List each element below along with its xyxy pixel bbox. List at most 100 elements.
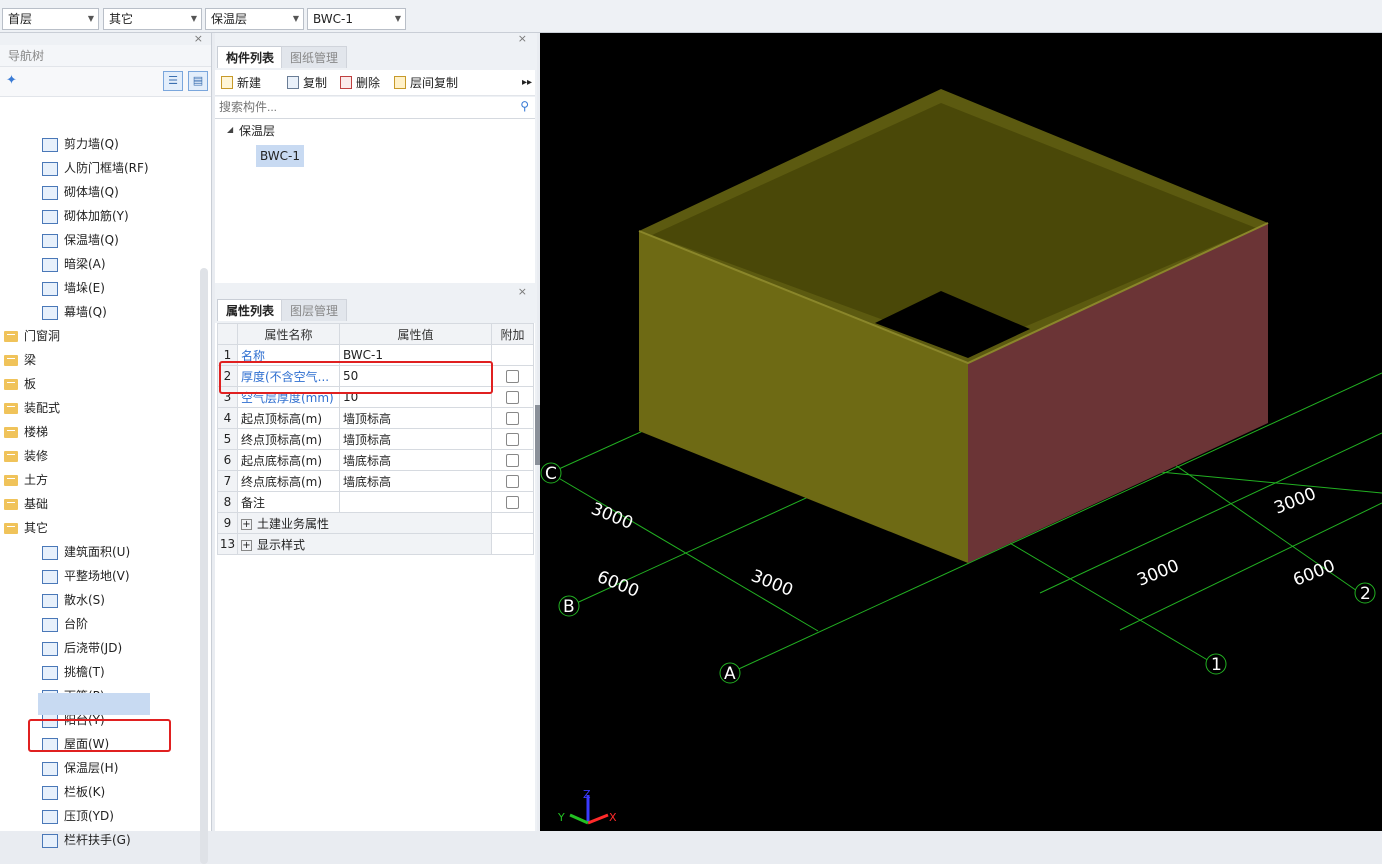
- axis-gizmo-icon: Z X Y: [557, 788, 617, 825]
- nav-item[interactable]: 保温层(H): [42, 757, 118, 781]
- row-number: 8: [217, 491, 238, 513]
- nav-item-label: 墙垛(E): [64, 281, 105, 295]
- category-select[interactable]: 其它 ▼: [103, 8, 202, 30]
- close-icon[interactable]: ×: [518, 286, 527, 298]
- nav-item[interactable]: 建筑面积(U): [42, 541, 130, 565]
- list-view-icon[interactable]: ☰: [163, 71, 183, 91]
- expand-icon[interactable]: +: [241, 518, 252, 530]
- railing-icon: [42, 833, 58, 848]
- more-icon[interactable]: ▸▸: [522, 74, 532, 92]
- nav-item[interactable]: 人防门框墙(RF): [42, 157, 149, 181]
- property-name: 起点顶标高(m): [237, 407, 340, 429]
- component-group-label[interactable]: 保温层: [239, 122, 275, 140]
- tab-layer-management[interactable]: 图层管理: [281, 299, 348, 321]
- extra-checkbox[interactable]: [506, 391, 519, 404]
- search-icon[interactable]: ⚲: [520, 99, 529, 113]
- property-value[interactable]: [339, 491, 492, 513]
- nav-item[interactable]: 剪力墙(Q): [42, 133, 119, 157]
- floor-select[interactable]: 首层 ▼: [2, 8, 99, 30]
- middle-panels: × 构件列表 图纸管理 新建 复制 删除 层间复制 ▸▸ ⚲ ◢ 保温层 BWC…: [215, 33, 537, 831]
- axis-label-c: C: [545, 464, 557, 484]
- nav-item[interactable]: 台阶: [42, 613, 88, 637]
- extra-checkbox[interactable]: [506, 454, 519, 467]
- property-value[interactable]: 墙底标高: [339, 470, 492, 492]
- grid-view-icon[interactable]: ▤: [188, 71, 208, 91]
- component-select[interactable]: BWC-1 ▼: [307, 8, 406, 30]
- property-value[interactable]: 墙底标高: [339, 449, 492, 471]
- tab-component-list[interactable]: 构件列表: [217, 46, 284, 68]
- copy-button[interactable]: 复制: [287, 74, 327, 92]
- nav-item[interactable]: 梁: [4, 349, 36, 373]
- 3d-viewport[interactable]: C B A 1 2 3000 3000 6000 3000 3000 6000 …: [540, 33, 1382, 831]
- table-row[interactable]: 7 终点底标高(m) 墙底标高: [217, 470, 534, 492]
- tab-property-list[interactable]: 属性列表: [217, 299, 284, 321]
- nav-item[interactable]: 压顶(YD): [42, 805, 114, 829]
- property-group[interactable]: + 显示样式: [237, 533, 492, 555]
- extra-checkbox[interactable]: [506, 433, 519, 446]
- component-type-select[interactable]: 保温层 ▼: [205, 8, 304, 30]
- nav-item[interactable]: 挑檐(T): [42, 661, 105, 685]
- nav-item[interactable]: 砌体加筋(Y): [42, 205, 129, 229]
- nav-item[interactable]: 楼梯: [4, 421, 48, 445]
- component-toolbar: 新建 复制 删除 层间复制 ▸▸: [215, 70, 535, 96]
- nav-item-label: 压顶(YD): [64, 809, 114, 823]
- nav-item[interactable]: 土方: [4, 469, 48, 493]
- new-button[interactable]: 新建: [221, 74, 261, 92]
- selected-row-highlight: [38, 693, 150, 715]
- tab-drawing-management[interactable]: 图纸管理: [281, 46, 348, 68]
- nav-item[interactable]: 其它: [4, 517, 48, 541]
- category-select-value: 其它: [109, 12, 134, 26]
- extra-checkbox[interactable]: [506, 496, 519, 509]
- nav-item-label: 门窗洞: [24, 329, 61, 343]
- expand-icon[interactable]: +: [241, 539, 252, 551]
- nav-item[interactable]: 散水(S): [42, 589, 105, 613]
- search-input[interactable]: [215, 97, 505, 117]
- sparkle-icon[interactable]: ✦: [6, 73, 17, 88]
- nav-item-label: 后浇带(JD): [64, 641, 123, 655]
- nav-item[interactable]: 板: [4, 373, 36, 397]
- nav-item[interactable]: 砌体墙(Q): [42, 181, 119, 205]
- close-icon[interactable]: ×: [194, 33, 203, 45]
- extra-checkbox[interactable]: [506, 475, 519, 488]
- nav-item[interactable]: 幕墙(Q): [42, 301, 107, 325]
- scrollbar[interactable]: [200, 268, 208, 864]
- property-value[interactable]: 墙顶标高: [339, 407, 492, 429]
- property-group[interactable]: + 土建业务属性: [237, 512, 492, 534]
- property-value[interactable]: 墙顶标高: [339, 428, 492, 450]
- nav-item-label: 挑檐(T): [64, 665, 105, 679]
- table-row[interactable]: 5 终点顶标高(m) 墙顶标高: [217, 428, 534, 450]
- panel-header: ×: [0, 33, 211, 45]
- extra-checkbox[interactable]: [506, 412, 519, 425]
- x-axis-arrow: [587, 813, 609, 825]
- nav-item-label: 装修: [24, 449, 49, 463]
- nav-item[interactable]: 保温墙(Q): [42, 229, 119, 253]
- table-row[interactable]: 4 起点顶标高(m) 墙顶标高: [217, 407, 534, 429]
- close-icon[interactable]: ×: [518, 33, 527, 45]
- nav-item[interactable]: 平整场地(V): [42, 565, 130, 589]
- nav-item[interactable]: 栏杆扶手(G): [42, 829, 131, 853]
- column-header-name: 属性名称: [237, 323, 340, 345]
- nav-item[interactable]: 栏板(K): [42, 781, 105, 805]
- nav-item[interactable]: 墙垛(E): [42, 277, 105, 301]
- floor-copy-button[interactable]: 层间复制: [394, 74, 458, 92]
- nav-item[interactable]: 装修: [4, 445, 48, 469]
- nav-item-label: 栏板(K): [64, 785, 106, 799]
- component-item-bwc1[interactable]: BWC-1: [256, 145, 305, 167]
- table-row[interactable]: 6 起点底标高(m) 墙底标高: [217, 449, 534, 471]
- nav-item[interactable]: 基础: [4, 493, 48, 517]
- extra-checkbox[interactable]: [506, 370, 519, 383]
- axis-label-a: A: [724, 664, 736, 684]
- table-row[interactable]: 8 备注: [217, 491, 534, 513]
- nav-item-label: 建筑面积(U): [64, 545, 131, 559]
- table-row[interactable]: 9 + 土建业务属性: [217, 512, 534, 534]
- delete-button[interactable]: 删除: [340, 74, 380, 92]
- table-row[interactable]: 13 + 显示样式: [217, 533, 534, 555]
- nav-item[interactable]: 暗梁(A): [42, 253, 106, 277]
- row-number: 9: [217, 512, 238, 534]
- nav-item[interactable]: 门窗洞: [4, 325, 60, 349]
- nav-item[interactable]: 装配式: [4, 397, 60, 421]
- folder-icon: [4, 403, 18, 414]
- 3d-scene[interactable]: C B A 1 2 3000 3000 6000 3000 3000 6000 …: [540, 33, 1382, 831]
- collapse-triangle-icon[interactable]: ◢: [227, 125, 233, 134]
- nav-item[interactable]: 后浇带(JD): [42, 637, 122, 661]
